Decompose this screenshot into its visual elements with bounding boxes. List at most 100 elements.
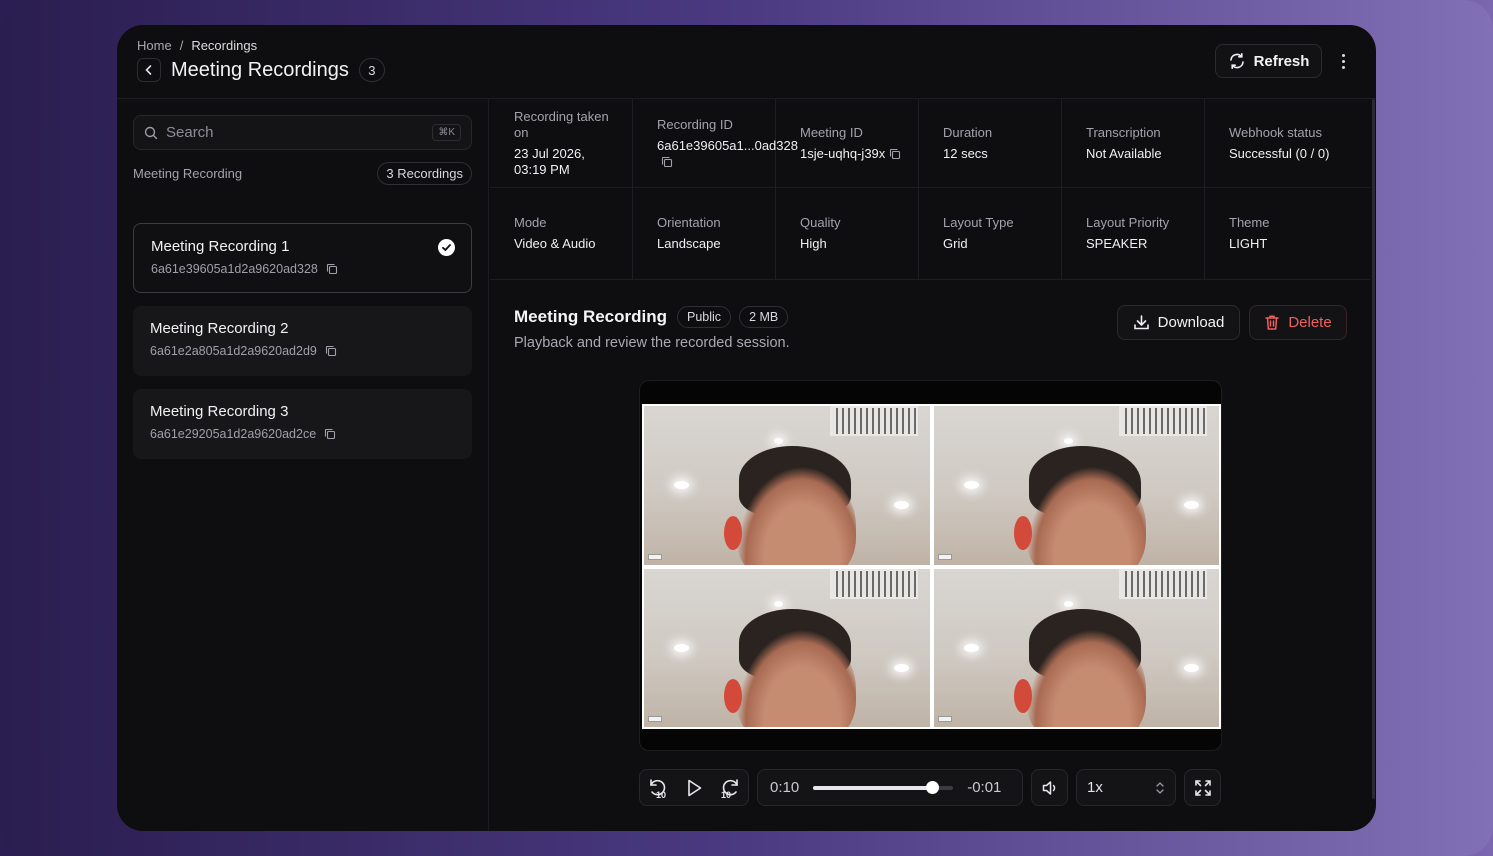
search-icon	[144, 126, 158, 139]
recording-id: 6a61e29205a1d2a9620ad2ce	[150, 427, 455, 441]
recording-header: Meeting Recording Public 2 MB	[514, 306, 789, 328]
back-button[interactable]	[137, 58, 161, 82]
participant-tile	[933, 568, 1219, 727]
video-frame	[642, 404, 1221, 729]
detail-recording-date: Recording taken on 23 Jul 2026, 03:19 PM	[490, 99, 633, 187]
list-header: Meeting Recording 3 Recordings	[133, 162, 472, 185]
play-button[interactable]	[684, 778, 704, 798]
more-options-icon[interactable]	[1333, 49, 1353, 73]
download-label: Download	[1157, 314, 1225, 331]
participant-tile	[644, 568, 930, 727]
detail-layout-type: Layout Type Grid	[919, 188, 1062, 279]
recording-name: Meeting Recording 2	[150, 320, 289, 337]
recording-list-item[interactable]: Meeting Recording 3 6a61e29205a1d2a9620a…	[133, 389, 472, 459]
search-box: ⌘K	[133, 115, 472, 150]
detail-layout-priority: Layout Priority SPEAKER	[1062, 188, 1205, 279]
detail-key: Meeting ID	[800, 124, 863, 140]
speed-select[interactable]: 1x	[1076, 769, 1176, 806]
detail-key: Layout Priority	[1086, 215, 1170, 230]
seek-progress	[813, 785, 933, 790]
playback-buttons: 10 10	[639, 769, 749, 806]
detail-mode: Mode Video & Audio	[490, 188, 633, 279]
detail-value: Grid	[943, 236, 968, 251]
fullscreen-button[interactable]	[1184, 769, 1221, 806]
top-bar: Home / Recordings Meeting Recordings 3 R…	[117, 25, 1376, 99]
size-badge: 2 MB	[739, 306, 789, 328]
seek-bar-group: 0:10 -0:01	[757, 769, 1023, 806]
backdrop: Home / Recordings Meeting Recordings 3 R…	[0, 0, 1493, 856]
recording-id-text: 6a61e39605a1d2a9620ad328	[151, 262, 318, 276]
recording-list-item[interactable]: Meeting Recording 2 6a61e2a805a1d2a9620a…	[133, 306, 472, 376]
recordings-sidebar: ⌘K Meeting Recording 3 Recordings Meetin…	[117, 99, 489, 831]
delete-button[interactable]: Delete	[1249, 305, 1347, 340]
forward-seconds: 10	[721, 790, 731, 799]
search-shortcut: ⌘K	[432, 124, 461, 141]
detail-value: Landscape	[657, 236, 721, 251]
breadcrumb-home[interactable]: Home	[137, 38, 172, 53]
copy-icon[interactable]	[324, 428, 336, 440]
video-player[interactable]	[639, 380, 1222, 751]
rewind-icon: 10	[650, 778, 666, 799]
participant-tile	[933, 406, 1219, 565]
copy-icon[interactable]	[325, 345, 337, 357]
detail-key: Transcription	[1086, 124, 1161, 140]
recording-id: 6a61e39605a1d2a9620ad328	[151, 262, 454, 276]
scrollbar[interactable]	[1372, 99, 1375, 799]
detail-value: Not Available	[1086, 145, 1162, 161]
speed-value: 1x	[1087, 779, 1103, 796]
detail-recording-id: Recording ID 6a61e39605a1...0ad328	[633, 99, 798, 187]
recording-description: Playback and review the recorded session…	[514, 335, 790, 351]
breadcrumb: Home / Recordings	[137, 38, 257, 53]
detail-quality: Quality High	[776, 188, 919, 279]
title-row: Meeting Recordings 3	[137, 58, 385, 82]
breadcrumb-current: Recordings	[191, 38, 258, 53]
detail-key: Recording ID	[657, 116, 733, 132]
detail-key: Recording taken on	[514, 108, 609, 140]
detail-value: Video & Audio	[514, 236, 596, 251]
detail-theme: Theme LIGHT	[1205, 188, 1348, 279]
recording-detail: Recording taken on 23 Jul 2026, 03:19 PM…	[490, 99, 1376, 831]
detail-value: 23 Jul 2026, 03:19 PM	[514, 145, 585, 177]
recording-list-item[interactable]: Meeting Recording 1 6a61e39605a1d2a9620a…	[133, 223, 472, 293]
detail-value: LIGHT	[1229, 236, 1268, 251]
search-input[interactable]	[166, 124, 425, 141]
app-window: Home / Recordings Meeting Recordings 3 R…	[117, 25, 1376, 831]
delete-label: Delete	[1288, 314, 1332, 331]
rewind-seconds: 10	[656, 790, 666, 799]
refresh-icon	[1229, 53, 1244, 69]
detail-transcription: Transcription Not Available	[1062, 99, 1205, 187]
player-controls: 10 10 0:10 -0:01 1x	[639, 769, 1222, 806]
volume-button[interactable]	[1031, 769, 1068, 806]
detail-value: 12 secs	[943, 145, 988, 161]
play-icon	[688, 779, 702, 796]
rewind-10-button[interactable]: 10	[647, 777, 669, 799]
detail-value: SPEAKER	[1086, 236, 1148, 251]
recording-title: Meeting Recording	[514, 307, 668, 326]
current-time: 0:10	[770, 779, 800, 796]
detail-key: Theme	[1229, 215, 1270, 230]
detail-key: Webhook status	[1229, 124, 1322, 140]
volume-icon	[1042, 780, 1055, 795]
detail-value-text: 1sje-uqhq-j39x	[800, 145, 886, 161]
forward-10-button[interactable]: 10	[719, 777, 741, 799]
refresh-button[interactable]: Refresh	[1215, 44, 1322, 78]
copy-icon[interactable]	[661, 156, 673, 168]
recording-id-text: 6a61e29205a1d2a9620ad2ce	[150, 427, 317, 441]
forward-icon: 10	[721, 778, 738, 799]
detail-key: Layout Type	[943, 215, 1014, 230]
selected-check-icon	[438, 239, 455, 256]
copy-icon[interactable]	[889, 148, 901, 160]
detail-key: Duration	[943, 124, 993, 140]
detail-webhook-status: Webhook status Successful (0 / 0)	[1205, 99, 1348, 187]
breadcrumb-separator: /	[179, 38, 184, 53]
recording-id-text: 6a61e2a805a1d2a9620ad2d9	[150, 344, 317, 358]
download-button[interactable]: Download	[1117, 305, 1240, 340]
copy-icon[interactable]	[326, 263, 338, 275]
participant-tile	[644, 406, 930, 565]
download-icon	[1133, 315, 1149, 330]
seek-slider[interactable]	[813, 780, 954, 794]
detail-key: Orientation	[657, 215, 721, 230]
seek-handle[interactable]	[926, 780, 940, 794]
detail-value: 6a61e39605a1...0ad328	[657, 138, 798, 170]
details-row: Recording taken on 23 Jul 2026, 03:19 PM…	[490, 99, 1370, 188]
